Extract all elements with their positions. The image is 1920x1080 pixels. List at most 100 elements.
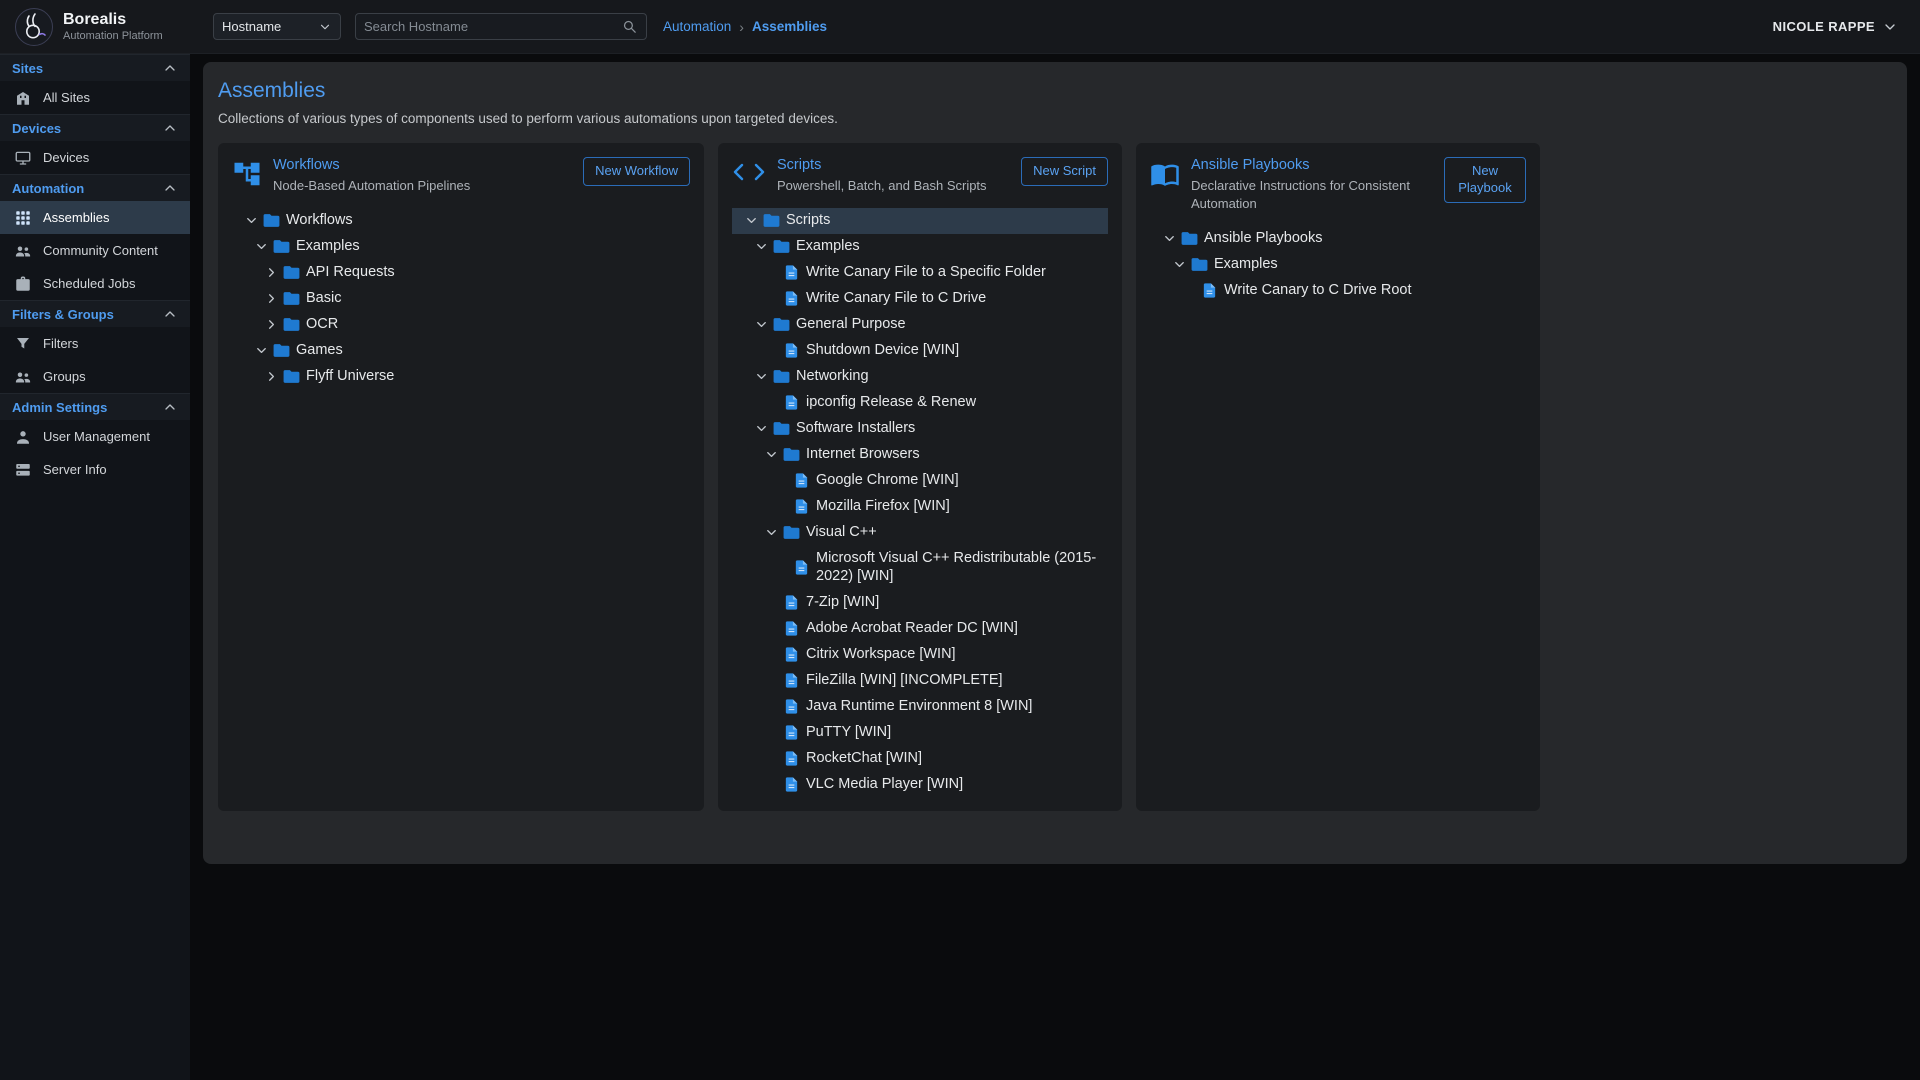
chevron-down-icon[interactable]: [752, 239, 771, 254]
tree-folder-examples[interactable]: Examples: [732, 234, 1108, 260]
tree-item-label: Networking: [796, 364, 869, 389]
sidebar-item-scheduled-jobs[interactable]: Scheduled Jobs: [0, 267, 190, 300]
tree-file-7-zip-win[interactable]: 7-Zip [WIN]: [732, 589, 1108, 615]
chevron-down-icon[interactable]: [762, 447, 781, 462]
sidebar-item-filters[interactable]: Filters: [0, 327, 190, 360]
sidebar-item-devices[interactable]: Devices: [0, 141, 190, 174]
chevron-right-icon[interactable]: [262, 317, 281, 332]
tree-file-write-canary-to-c-drive-root[interactable]: Write Canary to C Drive Root: [1150, 277, 1526, 303]
chevron-down-icon[interactable]: [1170, 257, 1189, 272]
folder-icon: [761, 211, 781, 230]
tree-file-rocketchat-win[interactable]: RocketChat [WIN]: [732, 745, 1108, 771]
tree-file-java-runtime-environment-8-win[interactable]: Java Runtime Environment 8 [WIN]: [732, 693, 1108, 719]
chevron-down-icon[interactable]: [752, 317, 771, 332]
user-menu[interactable]: NICOLE RAPPE: [1773, 19, 1898, 35]
sidebar-item-groups[interactable]: Groups: [0, 360, 190, 393]
folder-icon: [271, 237, 291, 256]
tree-file-write-canary-file-to-c-drive[interactable]: Write Canary File to C Drive: [732, 286, 1108, 312]
hostname-dropdown[interactable]: Hostname: [213, 13, 341, 40]
tree-file-google-chrome-win[interactable]: Google Chrome [WIN]: [732, 468, 1108, 494]
folder-icon: [281, 263, 301, 282]
chevron-down-icon[interactable]: [742, 213, 761, 228]
breadcrumb-assemblies[interactable]: Assemblies: [752, 19, 827, 34]
sidebar-section-automation[interactable]: Automation: [0, 174, 190, 201]
tree-folder-visual-c[interactable]: Visual C++: [732, 520, 1108, 546]
tree-file-putty-win[interactable]: PuTTY [WIN]: [732, 719, 1108, 745]
file-icon: [781, 264, 801, 281]
file-icon: [781, 698, 801, 715]
tree-file-microsoft-visual-c-redistributable-2015-2022-win[interactable]: Microsoft Visual C++ Redistributable (20…: [732, 546, 1108, 590]
breadcrumb: Automation › Assemblies: [663, 19, 827, 35]
tree-folder-general-purpose[interactable]: General Purpose: [732, 312, 1108, 338]
chevron-down-icon[interactable]: [242, 213, 261, 228]
file-icon: [781, 290, 801, 307]
new-scripts-button[interactable]: New Script: [1021, 157, 1108, 186]
tree-folder-scripts[interactable]: Scripts: [732, 208, 1108, 234]
server-icon: [14, 461, 32, 479]
sidebar-item-label: Assemblies: [43, 210, 109, 225]
topbar: Borealis Automation Platform Hostname Au…: [0, 0, 1920, 54]
sidebar-item-label: Server Info: [43, 462, 107, 477]
tree-folder-examples[interactable]: Examples: [232, 234, 690, 260]
tree-item-label: General Purpose: [796, 312, 906, 337]
chevron-right-icon[interactable]: [262, 291, 281, 306]
sidebar-item-user-management[interactable]: User Management: [0, 420, 190, 453]
sidebar-section-filters-groups[interactable]: Filters & Groups: [0, 300, 190, 327]
sidebar-section-sites[interactable]: Sites: [0, 54, 190, 81]
sidebar-item-assemblies[interactable]: Assemblies: [0, 201, 190, 234]
chevron-down-icon[interactable]: [252, 343, 271, 358]
chevron-right-icon[interactable]: [262, 265, 281, 280]
chevron-down-icon[interactable]: [752, 421, 771, 436]
section-label: Automation: [12, 181, 84, 196]
card-title: Workflows: [273, 157, 572, 173]
tree-file-filezilla-win-incomplete[interactable]: FileZilla [WIN] [INCOMPLETE]: [732, 667, 1108, 693]
tree-file-ipconfig-release-renew[interactable]: ipconfig Release & Renew: [732, 390, 1108, 416]
tree-folder-networking[interactable]: Networking: [732, 364, 1108, 390]
tree-file-shutdown-device-win[interactable]: Shutdown Device [WIN]: [732, 338, 1108, 364]
tree-item-label: Scripts: [786, 208, 830, 233]
folder-icon: [1179, 229, 1199, 248]
tree-folder-flyff-universe[interactable]: Flyff Universe: [232, 364, 690, 390]
sidebar-section-admin-settings[interactable]: Admin Settings: [0, 393, 190, 420]
sidebar-section-devices[interactable]: Devices: [0, 114, 190, 141]
sidebar-item-server-info[interactable]: Server Info: [0, 453, 190, 486]
tree-folder-ansible-playbooks[interactable]: Ansible Playbooks: [1150, 225, 1526, 251]
tree-folder-internet-browsers[interactable]: Internet Browsers: [732, 442, 1108, 468]
search-input[interactable]: [364, 19, 621, 34]
chevron-up-icon: [162, 399, 178, 415]
tree-folder-basic[interactable]: Basic: [232, 286, 690, 312]
tree-folder-software-installers[interactable]: Software Installers: [732, 416, 1108, 442]
folder-icon: [771, 315, 791, 334]
tree-folder-api-requests[interactable]: API Requests: [232, 260, 690, 286]
new-playbooks-button[interactable]: New Playbook: [1444, 157, 1526, 203]
chevron-right-icon[interactable]: [262, 369, 281, 384]
new-workflows-button[interactable]: New Workflow: [583, 157, 690, 186]
sidebar-item-all-sites[interactable]: All Sites: [0, 81, 190, 114]
app-name: Borealis: [63, 11, 163, 29]
chevron-down-icon[interactable]: [752, 369, 771, 384]
tree-folder-workflows[interactable]: Workflows: [232, 208, 690, 234]
sidebar-item-label: User Management: [43, 429, 150, 444]
chevron-down-icon[interactable]: [1160, 231, 1179, 246]
tree-file-write-canary-file-to-a-specific-folder[interactable]: Write Canary File to a Specific Folder: [732, 260, 1108, 286]
card-subtitle: Powershell, Batch, and Bash Scripts: [777, 177, 1010, 195]
file-icon: [781, 724, 801, 741]
tree-folder-examples[interactable]: Examples: [1150, 251, 1526, 277]
section-label: Admin Settings: [12, 400, 107, 415]
hostname-search: [355, 13, 647, 40]
tree-file-adobe-acrobat-reader-dc-win[interactable]: Adobe Acrobat Reader DC [WIN]: [732, 615, 1108, 641]
tree-item-label: ipconfig Release & Renew: [806, 390, 976, 415]
folder-icon: [281, 289, 301, 308]
chevron-down-icon[interactable]: [762, 525, 781, 540]
chevron-up-icon: [162, 180, 178, 196]
sidebar-item-label: Community Content: [43, 243, 158, 258]
tree-file-citrix-workspace-win[interactable]: Citrix Workspace [WIN]: [732, 641, 1108, 667]
tree-file-vlc-media-player-win[interactable]: VLC Media Player [WIN]: [732, 771, 1108, 797]
tree-folder-games[interactable]: Games: [232, 338, 690, 364]
tree-file-mozilla-firefox-win[interactable]: Mozilla Firefox [WIN]: [732, 494, 1108, 520]
chevron-down-icon[interactable]: [252, 239, 271, 254]
tree-folder-ocr[interactable]: OCR: [232, 312, 690, 338]
breadcrumb-automation[interactable]: Automation: [663, 19, 731, 34]
sidebar-item-community-content[interactable]: Community Content: [0, 234, 190, 267]
tree-item-label: Examples: [796, 234, 860, 259]
